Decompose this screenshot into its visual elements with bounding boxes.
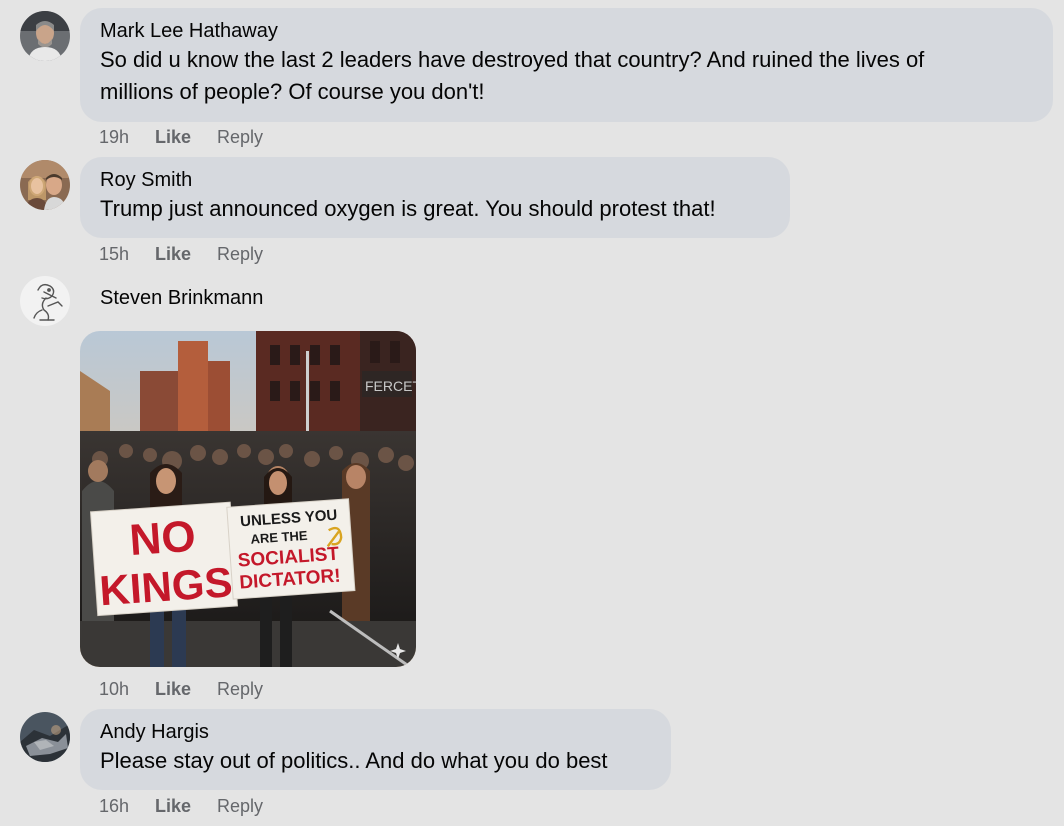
avatar-image bbox=[20, 11, 70, 61]
comment-text-line: Please stay out of politics.. And do wha… bbox=[100, 748, 608, 773]
comment-bubble: Mark Lee Hathaway So did u know the last… bbox=[80, 8, 1053, 122]
sign-text: KINGS bbox=[98, 558, 234, 614]
comment-actions: 19h Like Reply bbox=[99, 125, 263, 149]
reply-button[interactable]: Reply bbox=[217, 677, 263, 701]
comment-actions: 16h Like Reply bbox=[99, 794, 263, 818]
like-button[interactable]: Like bbox=[155, 794, 217, 818]
comment-bubble: Roy Smith Trump just announced oxygen is… bbox=[80, 157, 790, 238]
comment-timestamp[interactable]: 16h bbox=[99, 794, 155, 818]
reply-button[interactable]: Reply bbox=[217, 242, 263, 266]
avatar-image bbox=[20, 276, 70, 326]
like-button[interactable]: Like bbox=[155, 242, 217, 266]
comment-bubble: Andy Hargis Please stay out of politics.… bbox=[80, 709, 671, 790]
avatar-roy-smith[interactable] bbox=[20, 160, 70, 210]
avatar-mark-lee-hathaway[interactable] bbox=[20, 11, 70, 61]
storefront-sign: FERCET bbox=[365, 378, 416, 394]
comment-actions: 10h Like Reply bbox=[99, 677, 263, 701]
comment-timestamp[interactable]: 19h bbox=[99, 125, 155, 149]
comment-text-line: Trump just announced oxygen is great. Yo… bbox=[100, 196, 716, 221]
comment-timestamp[interactable]: 15h bbox=[99, 242, 155, 266]
sign-text: NO bbox=[128, 512, 197, 565]
comment-timestamp[interactable]: 10h bbox=[99, 677, 155, 701]
comment-text-line: millions of people? Of course you don't! bbox=[100, 79, 485, 104]
avatar-image bbox=[20, 160, 70, 210]
comment-author[interactable]: Mark Lee Hathaway bbox=[100, 18, 1033, 44]
like-button[interactable]: Like bbox=[155, 125, 217, 149]
avatar-steven-brinkmann[interactable] bbox=[20, 276, 70, 326]
comment-actions: 15h Like Reply bbox=[99, 242, 263, 266]
avatar-image bbox=[20, 712, 70, 762]
like-button[interactable]: Like bbox=[155, 677, 217, 701]
comment-photo[interactable]: FERCET NO KINGS UNLESS YOU ARE THE SOCIA… bbox=[80, 331, 416, 667]
comment-author[interactable]: Roy Smith bbox=[100, 167, 770, 193]
protest-photo: FERCET NO KINGS UNLESS YOU ARE THE SOCIA… bbox=[80, 331, 416, 667]
comment-text-line: So did u know the last 2 leaders have de… bbox=[100, 47, 925, 72]
comment-author[interactable]: Andy Hargis bbox=[100, 719, 651, 745]
comment-author[interactable]: Steven Brinkmann bbox=[100, 285, 263, 311]
reply-button[interactable]: Reply bbox=[217, 125, 263, 149]
avatar-andy-hargis[interactable] bbox=[20, 712, 70, 762]
reply-button[interactable]: Reply bbox=[217, 794, 263, 818]
